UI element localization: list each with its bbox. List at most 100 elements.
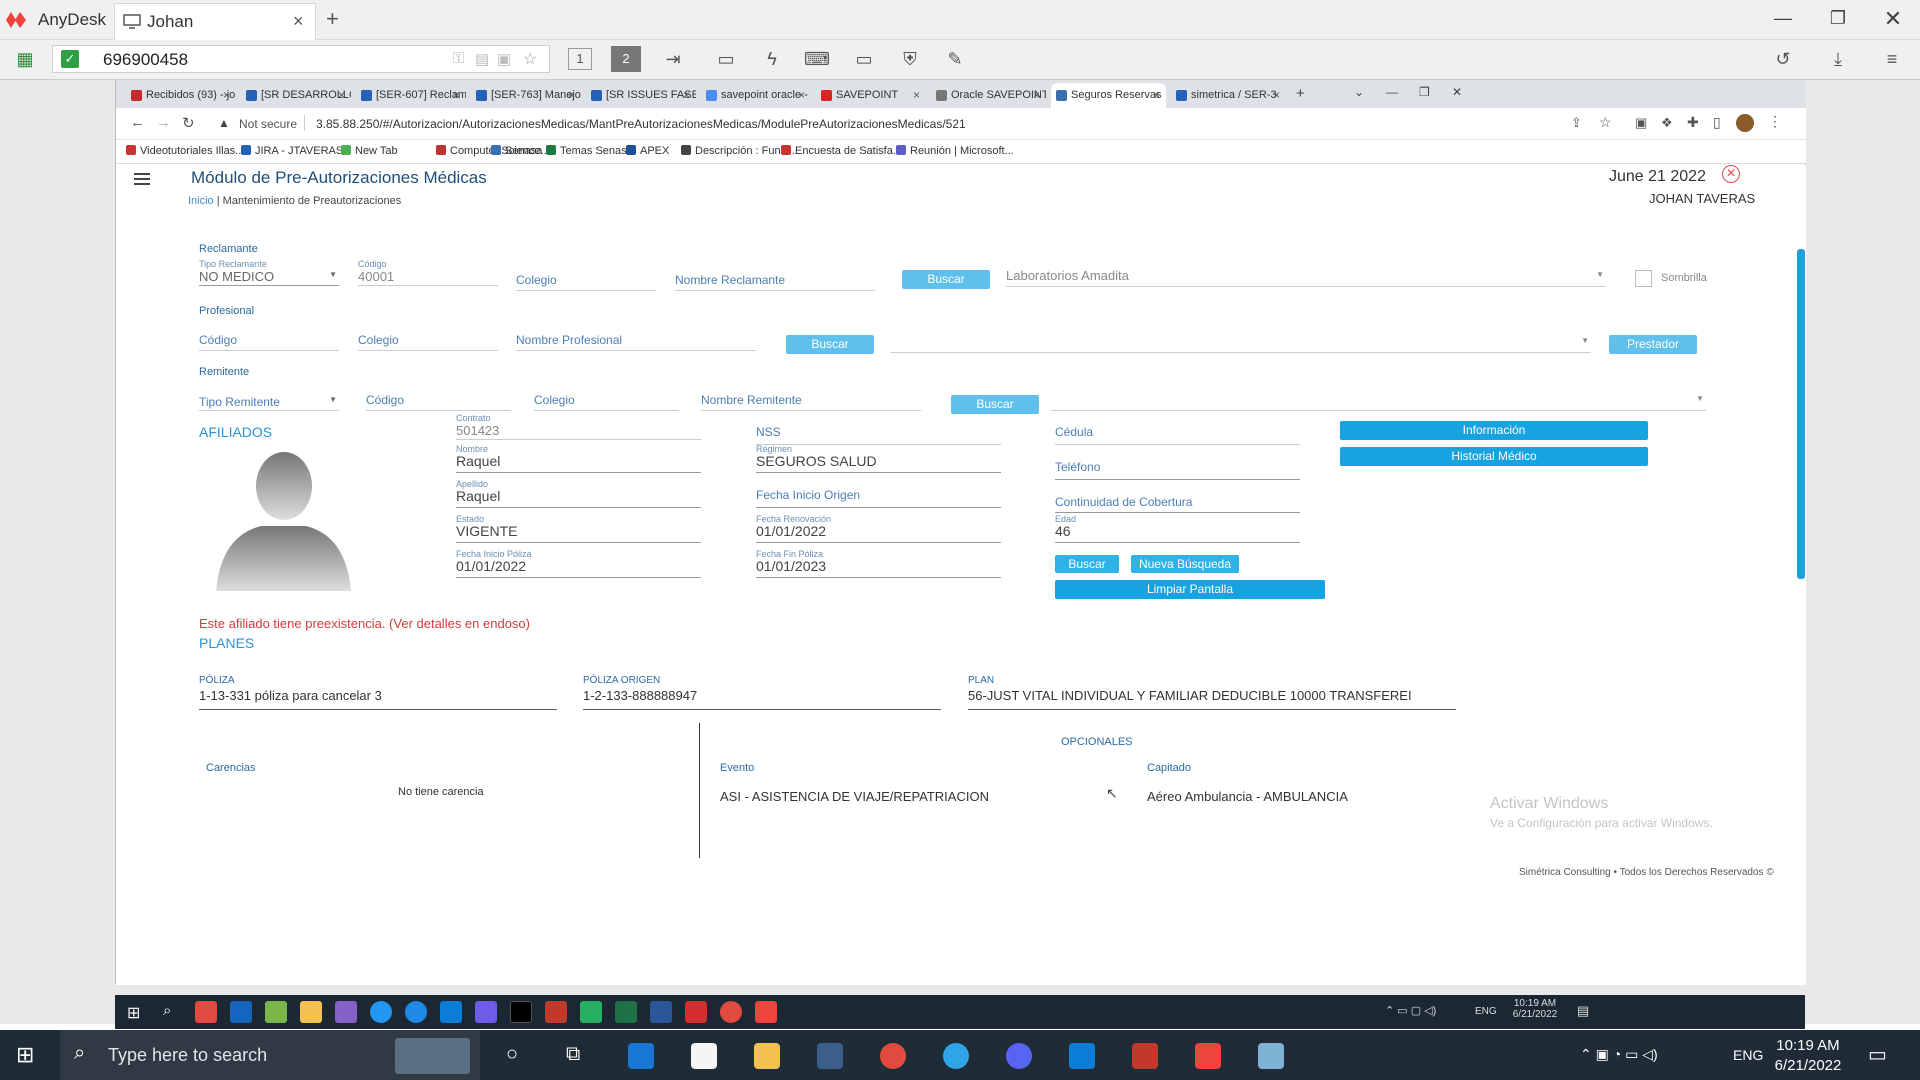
chrome-tab[interactable]: [SR DESARROLLO × [241, 83, 351, 108]
continuidad-input[interactable]: Continuidad de Cobertura [1055, 495, 1300, 513]
close-tab-icon[interactable]: × [453, 88, 460, 102]
new-tab-icon[interactable]: + [326, 6, 339, 32]
new-chrome-tab-icon[interactable]: + [1296, 85, 1305, 102]
remote-chrome-icon[interactable] [195, 1001, 217, 1023]
chrome-tab[interactable]: [SR ISSUES FASE II× [586, 83, 696, 108]
remote-start-icon[interactable]: ⊞ [127, 1003, 140, 1023]
minimize-icon[interactable]: — [1763, 8, 1803, 29]
edge-icon[interactable] [943, 1043, 969, 1069]
chrome-tab[interactable]: SAVEPOINT × [816, 83, 926, 108]
bookmark-item[interactable]: Encuesta de Satisfa... [781, 145, 902, 157]
remote-app-icon[interactable] [265, 1001, 287, 1023]
remote-search-icon[interactable]: ⌕ [163, 1002, 171, 1019]
chrome-tab[interactable]: [SER-763] Manejo × [471, 83, 581, 108]
history-icon[interactable]: ↺ [1770, 46, 1796, 72]
sidepanel-icon[interactable]: ▯ [1713, 114, 1721, 131]
connection-icon[interactable]: ▦ [12, 46, 38, 72]
remote-language[interactable]: ENG [1475, 1006, 1497, 1017]
remote-rider-icon[interactable] [510, 1001, 532, 1023]
extension-icon[interactable]: ▣ [1635, 115, 1647, 131]
tipo-reclamante-select[interactable]: NO MEDICO ▼ [199, 268, 339, 286]
remote-chrome-profile-icon[interactable] [475, 1001, 497, 1023]
action-center-icon[interactable]: ▭ [1868, 1042, 1887, 1067]
contrato-input[interactable]: 501423 [456, 422, 701, 440]
edad-input[interactable]: 46 [1055, 523, 1300, 543]
permissions-shield-icon[interactable]: ⛨ [897, 46, 923, 72]
chrome-tab[interactable]: Seguros Reservas × [1051, 83, 1166, 108]
remote-excel-icon[interactable] [615, 1001, 637, 1023]
nombre-reclamante-input[interactable]: Nombre Reclamante [675, 273, 875, 291]
actions-lightning-icon[interactable]: ϟ [759, 46, 785, 72]
nueva-busqueda-button[interactable]: Nueva Búsqueda [1131, 555, 1239, 573]
nss-input[interactable]: NSS [756, 425, 1001, 445]
tipo-remitente-select[interactable]: Tipo Remitente ▼ [199, 393, 339, 411]
monitor-2-button[interactable]: 2 [611, 46, 641, 72]
discord-icon[interactable] [1006, 1043, 1032, 1069]
estado-input[interactable]: VIGENTE [456, 523, 701, 543]
chrome-tab[interactable]: simetrica / SER-3 × [1171, 83, 1286, 108]
codigo-profesional-input[interactable]: Código [199, 333, 339, 351]
regimen-input[interactable]: SEGUROS SALUD [756, 453, 1001, 473]
chrome-icon[interactable] [880, 1043, 906, 1069]
sql-developer-icon[interactable] [817, 1043, 843, 1069]
nombre-profesional-input[interactable]: Nombre Profesional [516, 333, 756, 351]
remote-outlook-icon[interactable] [230, 1001, 252, 1023]
chrome-tab[interactable]: savepoint oracle - × [701, 83, 811, 108]
close-tab-icon[interactable]: × [913, 88, 920, 102]
monitor-1-button[interactable]: 1 [568, 48, 592, 70]
sombrilla-checkbox[interactable] [1635, 270, 1652, 287]
chrome-restore-icon[interactable]: ❐ [1419, 85, 1430, 99]
poliza-origen-value[interactable]: 1-2-133-888888947 [583, 688, 941, 710]
close-window-icon[interactable]: ✕ [1873, 6, 1913, 32]
colegio-reclamante-input[interactable]: Colegio [516, 273, 656, 291]
chrome-chevron-down-icon[interactable]: ⌄ [1354, 85, 1364, 99]
fecha-renovacion-input[interactable]: 01/01/2022 [756, 523, 1001, 543]
chat-icon[interactable]: ▭ [713, 46, 739, 72]
remote-tray-icons[interactable]: ⌃ ▭ ▢ ◁) [1385, 1004, 1436, 1017]
historial-medico-button[interactable]: Historial Médico [1340, 447, 1648, 466]
apellido-input[interactable]: Raquel [456, 488, 701, 508]
url-text[interactable]: 3.85.88.250/#/Autorizacion/Autorizacione… [316, 117, 966, 131]
nombre-remitente-input[interactable]: Nombre Remitente [701, 393, 921, 411]
fecha-inicio-origen-input[interactable]: Fecha Inicio Origen [756, 488, 1001, 508]
codigo-remitente-input[interactable]: Código [366, 393, 511, 411]
share-icon[interactable]: ⇪ [1571, 115, 1582, 131]
close-tab-icon[interactable]: × [223, 88, 230, 102]
poliza-value[interactable]: 1-13-331 póliza para cancelar 3 [199, 688, 557, 710]
chrome-tab[interactable]: [SER-607] Reclama × [356, 83, 466, 108]
close-circle-icon[interactable]: ✕ [1722, 165, 1740, 183]
forward-icon[interactable]: → [156, 114, 171, 131]
remitente-select[interactable]: ▼ [1051, 391, 1706, 411]
fecha-fin-poliza-input[interactable]: 01/01/2023 [756, 558, 1001, 578]
bookmark-item[interactable]: New Tab [341, 145, 398, 157]
whiteboard-pen-icon[interactable]: ✎ [942, 46, 968, 72]
breadcrumb-home[interactable]: Inicio [188, 195, 214, 207]
remote-explorer-icon[interactable] [300, 1001, 322, 1023]
clipboard-icon[interactable]: ▤ [475, 50, 489, 68]
bookmark-star-icon[interactable]: ☆ [1599, 114, 1612, 131]
start-windows-icon[interactable]: ⊞ [16, 1042, 34, 1068]
file-explorer-icon[interactable] [754, 1043, 780, 1069]
display-icon[interactable]: ▭ [851, 46, 877, 72]
chrome-tab[interactable]: Recibidos (93) - joh × [126, 83, 236, 108]
app-taskbar-icon[interactable] [1258, 1043, 1284, 1069]
mail-icon[interactable] [628, 1043, 654, 1069]
profile-avatar[interactable] [1736, 114, 1754, 132]
bookmark-item[interactable]: Reunión | Microsoft... [896, 145, 1014, 157]
remote-notification-icon[interactable]: ▤ [1577, 1003, 1589, 1019]
close-tab-icon[interactable]: × [1033, 88, 1040, 102]
remote-app2-icon[interactable] [405, 1001, 427, 1023]
remote-pdf-icon[interactable] [685, 1001, 707, 1023]
buscar-afiliado-button[interactable]: Buscar [1055, 555, 1119, 573]
anydesk-address-field[interactable]: ✓ 696900458 ⚿ ▤ ▣ ☆ [52, 45, 550, 73]
bookmark-item[interactable]: APEX [626, 145, 669, 157]
task-view-icon[interactable]: ⧉ [566, 1043, 580, 1066]
chrome-close-window-icon[interactable]: ✕ [1452, 85, 1462, 99]
remote-maps-icon[interactable] [370, 1001, 392, 1023]
close-tab-icon[interactable]: × [338, 88, 345, 102]
vscode-icon[interactable] [1069, 1043, 1095, 1069]
remote-clock[interactable]: 10:19 AM 6/21/2022 [1507, 998, 1563, 1020]
scrollbar-thumb[interactable] [1797, 249, 1805, 579]
buscar-remitente-button[interactable]: Buscar [951, 395, 1039, 414]
prestador-button[interactable]: Prestador [1609, 335, 1697, 354]
